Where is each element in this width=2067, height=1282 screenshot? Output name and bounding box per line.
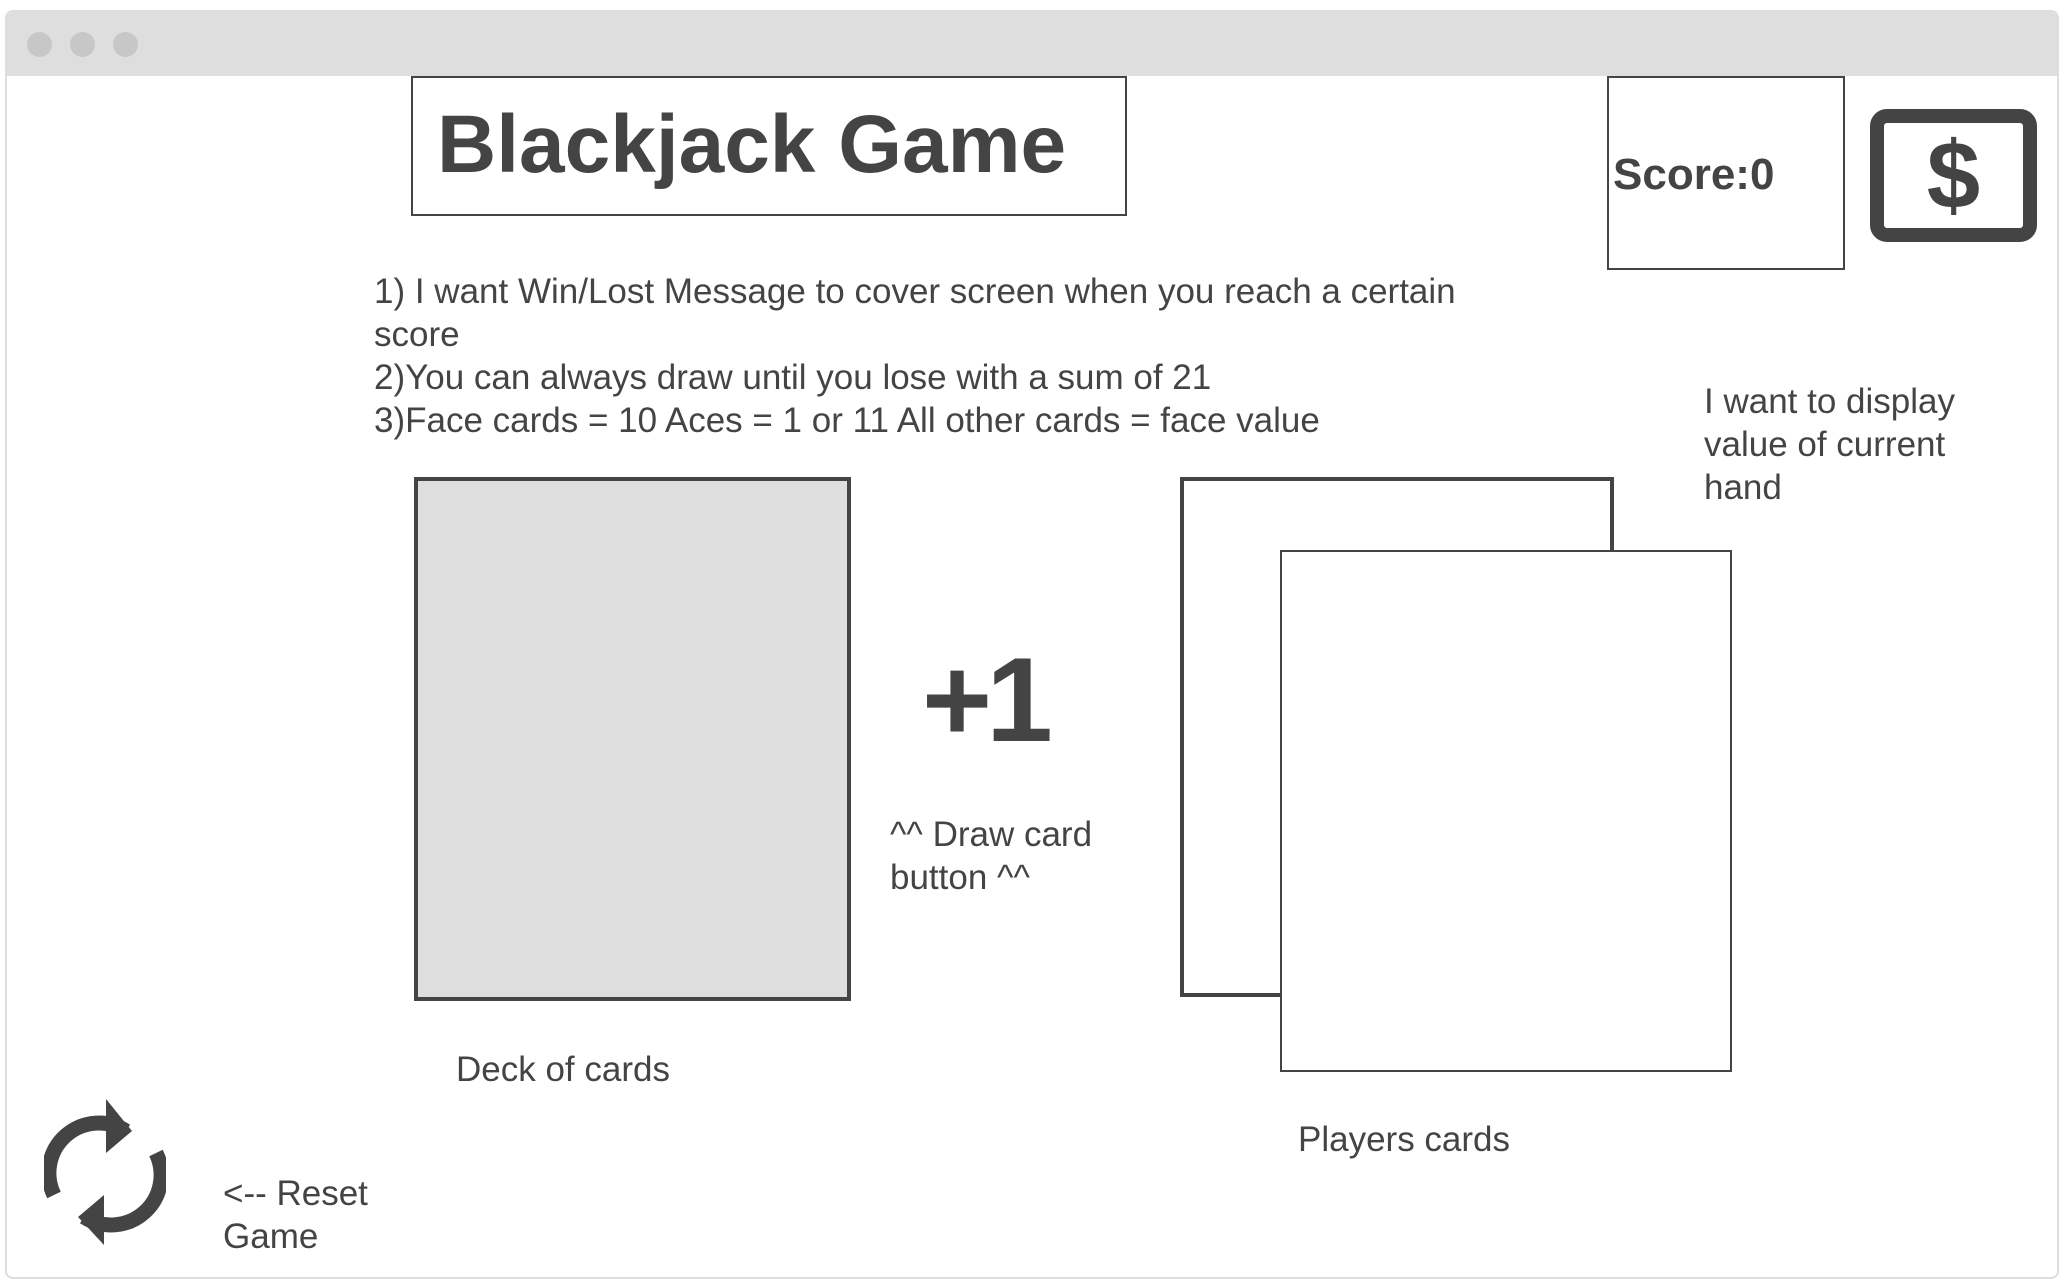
svg-text:$: $ [1927, 122, 1980, 229]
score-box: Score:0 [1607, 76, 1845, 270]
refresh-icon[interactable] [41, 1095, 169, 1250]
page-title: Blackjack Game [437, 99, 1067, 190]
instruction-line: 2)You can always draw until you lose wit… [374, 358, 1212, 397]
dollar-icon[interactable]: $ [1870, 109, 2037, 242]
instruction-line: 1) I want Win/Lost Message to cover scre… [374, 272, 1456, 311]
window-dot-maximize[interactable] [113, 32, 138, 57]
draw-button-note: ^^ Draw card button ^^ [890, 813, 1092, 899]
deck-of-cards[interactable] [414, 477, 851, 1001]
instruction-line: 3)Face cards = 10 Aces = 1 or 11 All oth… [374, 401, 1320, 440]
title-box: Blackjack Game [411, 76, 1127, 216]
note-line: Game [223, 1217, 319, 1256]
reset-note: <-- Reset Game [223, 1172, 368, 1258]
deck-label: Deck of cards [456, 1050, 670, 1089]
hand-value-note: I want to display value of current hand [1704, 380, 1955, 509]
note-line: <-- Reset [223, 1174, 368, 1213]
draw-card-button[interactable]: +1 [922, 640, 1053, 760]
note-line: button ^^ [890, 858, 1030, 897]
player-card-front [1280, 550, 1732, 1072]
instruction-line: score [374, 315, 460, 354]
window-titlebar [7, 12, 2057, 76]
note-line: I want to display [1704, 382, 1955, 421]
score-label: Score:0 [1613, 150, 1775, 199]
window-dot-close[interactable] [27, 32, 52, 57]
instructions: 1) I want Win/Lost Message to cover scre… [374, 270, 1554, 442]
players-cards-label: Players cards [1298, 1120, 1511, 1159]
note-line: value of current [1704, 425, 1946, 464]
note-line: hand [1704, 468, 1782, 507]
note-line: ^^ Draw card [890, 815, 1093, 854]
window-dot-minimize[interactable] [70, 32, 95, 57]
